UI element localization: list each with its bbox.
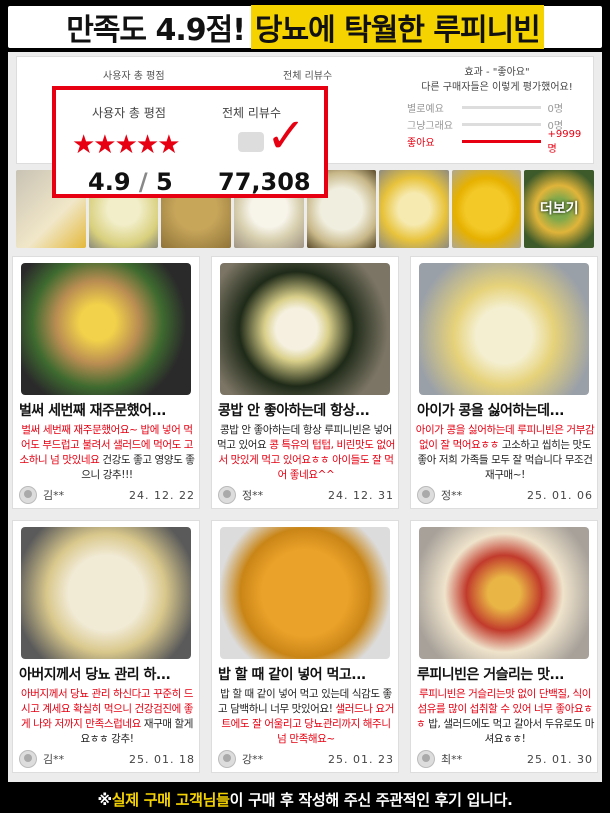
review-photo	[419, 527, 589, 659]
review-body: 벌써 세번째 재주문했어요~ 밥에 넣어 먹어도 부드럽고 불려서 샐러드에 먹…	[17, 423, 197, 483]
review-body: 아버지께서 당뇨 관리 하신다고 꾸준히 드시고 계세요 확실히 먹으니 건강검…	[17, 687, 197, 747]
disclaimer-highlight: 실제 구매 고객님들	[111, 791, 230, 809]
avg-rating-label: 사용자 총 평점	[103, 71, 165, 82]
effect-summary: 효과 - "좋아요" 다른 구매자들은 이렇게 평가했어요! 별로예요 0명 그…	[407, 63, 587, 155]
score-separator: /	[138, 168, 148, 196]
review-photo	[21, 263, 191, 395]
effect-subtitle: 다른 구매자들은 이렇게 평가했어요!	[421, 82, 573, 93]
review-title: 아버지께서 당뇨 관리 하...	[19, 667, 171, 683]
disclaimer-suffix: 이 구매 후 작성해 주신 주관적인 후기 입니다.	[229, 791, 513, 809]
review-thumbnail[interactable]	[379, 170, 449, 248]
review-photo	[220, 527, 390, 659]
callout-avg-label: 사용자 총 평점	[92, 106, 166, 120]
star-rating-icon: ★★★★★	[72, 130, 181, 160]
review-date: 25. 01. 06	[527, 488, 593, 502]
review-footer: 김** 25. 01. 18	[19, 749, 195, 769]
effect-bar-fill	[462, 140, 542, 143]
review-body-text: 밥, 샐러드에도 먹고 갈아서 두유로도 마셔요ㅎㅎ!	[425, 718, 594, 745]
avatar	[19, 486, 37, 504]
review-footer: 강** 25. 01. 23	[218, 749, 394, 769]
avatar	[417, 486, 435, 504]
review-user: 최**	[441, 753, 463, 766]
review-footer: 최** 25. 01. 30	[417, 749, 593, 769]
headline-part1: 만족도 4.9점!	[66, 13, 246, 48]
effect-row-label: 별로예요	[407, 104, 444, 115]
effect-row-label: 좋아요	[407, 138, 435, 149]
score-max: 5	[156, 168, 173, 196]
review-card[interactable]: 콩밥 안 좋아하는데 항상... 콩밥 안 좋아하는데 항상 루피니빈은 넣어 …	[211, 256, 399, 509]
headline: 만족도 4.9점! 당뇨에 탁월한 루피니빈	[8, 5, 602, 49]
review-body: 밥 할 때 같이 넣어 먹고 있는데 식감도 좋고 담백하니 너무 맛있어요! …	[216, 687, 396, 747]
review-title: 루피니빈은 거슬리는 맛...	[417, 667, 565, 683]
review-card[interactable]: 밥 할 때 같이 넣어 먹고... 밥 할 때 같이 넣어 먹고 있는데 식감도…	[211, 520, 399, 773]
review-card[interactable]: 벌써 세번째 재주문했어... 벌써 세번째 재주문했어요~ 밥에 넣어 먹어도…	[12, 256, 200, 509]
review-title: 콩밥 안 좋아하는데 항상...	[218, 403, 370, 419]
headline-part2: 당뇨에 탁월한 루피니빈	[250, 5, 544, 49]
review-user: 정**	[441, 489, 463, 502]
avatar	[218, 486, 236, 504]
review-date: 24. 12. 22	[129, 488, 195, 502]
more-photos-button[interactable]: 더보기	[524, 170, 594, 248]
disclaimer: ※ 실제 구매 고객님들 이 구매 후 작성해 주신 주관적인 후기 입니다.	[0, 786, 610, 813]
total-reviews-label: 전체 리뷰수	[283, 71, 333, 82]
review-body: 아이가 콩을 싫어하는데 루피니빈은 거부감 없이 잘 먹어요ㅎㅎ 고소하고 씹…	[415, 423, 595, 483]
review-photo	[419, 263, 589, 395]
effect-row-value: +9999명	[547, 128, 582, 155]
review-footer: 정** 25. 01. 06	[417, 485, 593, 505]
checkmark-icon: ✓	[266, 108, 307, 164]
review-date: 25. 01. 18	[129, 752, 195, 766]
review-card[interactable]: 아이가 콩을 싫어하는데... 아이가 콩을 싫어하는데 루피니빈은 거부감 없…	[410, 256, 598, 509]
speech-bubble-icon	[238, 132, 264, 152]
effect-title: 효과 - "좋아요"	[464, 67, 530, 78]
review-title: 밥 할 때 같이 넣어 먹고...	[218, 667, 366, 683]
review-footer: 정** 24. 12. 31	[218, 485, 394, 505]
review-title: 아이가 콩을 싫어하는데...	[417, 403, 565, 419]
more-photos-label: 더보기	[539, 201, 579, 217]
score-value: 4.9	[88, 168, 131, 196]
rating-callout: 사용자 총 평점 전체 리뷰수 ★★★★★ ✓ 4.9 / 5 77,308	[52, 86, 328, 198]
review-footer: 김** 24. 12. 22	[19, 485, 195, 505]
average-score: 4.9 / 5	[88, 168, 173, 196]
review-photo	[220, 263, 390, 395]
avatar	[417, 750, 435, 768]
disclaimer-prefix: ※	[97, 790, 112, 809]
effect-row-label: 그냥그래요	[407, 121, 453, 132]
review-body-text: 건강도 좋고 영양도 좋으니 강추!!!	[81, 454, 195, 481]
effect-row: 좋아요 +9999명	[407, 129, 587, 155]
effect-bar	[462, 140, 542, 143]
effect-bar	[462, 123, 542, 126]
review-date: 24. 12. 31	[328, 488, 394, 502]
review-user: 강**	[242, 753, 264, 766]
review-date: 25. 01. 30	[527, 752, 593, 766]
avatar	[218, 750, 236, 768]
review-user: 김**	[43, 753, 65, 766]
review-body: 루피니빈은 거슬리는맛 없이 단백질, 식이섬유를 많이 섭취할 수 있어 너무…	[415, 687, 595, 747]
effect-row: 별로예요 0명	[407, 99, 587, 116]
review-title: 벌써 세번째 재주문했어...	[19, 403, 167, 419]
review-card[interactable]: 아버지께서 당뇨 관리 하... 아버지께서 당뇨 관리 하신다고 꾸준히 드시…	[12, 520, 200, 773]
review-body: 콩밥 안 좋아하는데 항상 루피니빈은 넣어 먹고 있어요 콩 특유의 텁텁, …	[216, 423, 396, 483]
review-user: 김**	[43, 489, 65, 502]
frame: 만족도 4.9점! 당뇨에 탁월한 루피니빈 사용자 총 평점 전체 리뷰수 효…	[0, 0, 610, 813]
review-user: 정**	[242, 489, 264, 502]
review-photo	[21, 527, 191, 659]
effect-row-value: 0명	[547, 104, 564, 115]
total-reviews: 77,308	[218, 168, 311, 196]
review-date: 25. 01. 23	[328, 752, 394, 766]
effect-bar	[462, 106, 542, 109]
avatar	[19, 750, 37, 768]
review-thumbnail[interactable]	[451, 170, 522, 248]
review-card[interactable]: 루피니빈은 거슬리는 맛... 루피니빈은 거슬리는맛 없이 단백질, 식이섬유…	[410, 520, 598, 773]
